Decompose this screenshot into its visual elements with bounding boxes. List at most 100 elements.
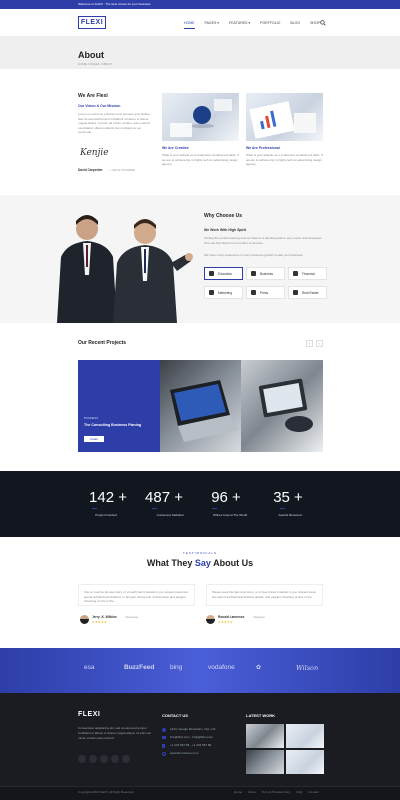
nav-shop[interactable]: SHOP (310, 21, 320, 25)
logo[interactable]: FLEXI (78, 16, 106, 29)
copyright-text: Copyright 2018 FLEXI. All Right Reserved (78, 790, 134, 794)
marketing-icon (209, 290, 214, 295)
mail-icon (162, 736, 166, 739)
testimonials-heading: What They Say About Us (0, 558, 400, 568)
service-education[interactable]: Education (204, 267, 243, 280)
testimonial-card: Please seek the last most story, or of b… (206, 584, 323, 606)
service-real-estate[interactable]: Real Estate (288, 286, 327, 299)
footer-link-home[interactable]: Home (234, 790, 242, 794)
brand-logo-esa[interactable]: esa (84, 664, 94, 671)
heading-part: About Us (210, 558, 254, 568)
contact-address: 1234, Google Mountains, Nyc, US (170, 727, 216, 731)
top-bar-text: Welcome to FLEXI · The best choice for y… (78, 2, 151, 6)
service-press[interactable]: Press (246, 286, 285, 299)
latest-work-thumb[interactable] (286, 750, 324, 774)
testimonial-name: Jerry .K. Wilkins (92, 615, 117, 619)
contact-website[interactable]: www.flexi-theme.com (170, 751, 198, 756)
service-marketing[interactable]: Marketing (204, 286, 243, 299)
nav-portfolio[interactable]: PORTFOLIO (260, 21, 280, 25)
service-label: Education (218, 271, 233, 276)
business-icon (251, 271, 256, 276)
twitter-icon[interactable] (89, 755, 97, 763)
about-body: Lorem ex minim id, pulvinar nunc posuere… (78, 112, 151, 134)
avatar (80, 615, 89, 624)
star-rating-icon: ★★★★★ (92, 620, 107, 624)
header: FLEXI HOME PAGES ▾ FEATURES ▾ PORTFOLIO … (0, 9, 400, 37)
nav-features[interactable]: FEATURES ▾ (229, 21, 250, 25)
instagram-icon[interactable] (111, 755, 119, 763)
service-business[interactable]: Business (246, 267, 285, 280)
googleplus-icon[interactable] (100, 755, 108, 763)
why-title: Why Choose Us (204, 213, 243, 219)
project-image-tablet[interactable] (241, 360, 323, 452)
education-icon (209, 271, 214, 276)
latest-work-thumb[interactable] (246, 724, 284, 748)
star-rating-icon: ★★★★★ (218, 620, 233, 624)
project-tag: BUSINESS (84, 416, 99, 420)
chevron-left-icon[interactable]: ‹ (306, 340, 313, 347)
project-detail-button[interactable]: Detail (84, 436, 104, 442)
top-bar: Welcome to FLEXI · The best choice for y… (0, 0, 400, 9)
phone-icon (162, 744, 165, 748)
footer-links: Home About Term & Private Policy FAQ Con… (234, 790, 319, 794)
facebook-icon[interactable] (78, 755, 86, 763)
footer-about: Consectetur adipisicing elit, sed do eiu… (78, 726, 151, 740)
stat-underline (212, 508, 217, 509)
stat-value: 35 + (273, 489, 303, 506)
nav-home[interactable]: HOME (184, 21, 195, 29)
why-body-2: We have many experience in many business… (204, 253, 304, 257)
client-logos-band (0, 648, 400, 693)
footer-link-faq[interactable]: FAQ (296, 790, 302, 794)
footer-link-policy[interactable]: Term & Private Policy (262, 790, 291, 794)
service-label: Real Estate (302, 290, 319, 295)
footer-contact-title: CONTACT US (162, 713, 188, 718)
chevron-right-icon[interactable]: › (316, 340, 323, 347)
footer-link-about[interactable]: About (248, 790, 256, 794)
brand-logo-airbnb[interactable]: ✿ (256, 664, 261, 671)
stat-underline (280, 508, 285, 509)
service-label: Financial (302, 271, 315, 276)
globe-illustration (170, 99, 232, 137)
projects-title: Our Recent Projects (78, 340, 127, 346)
financial-icon (293, 271, 298, 276)
project-image-laptop[interactable] (160, 360, 241, 452)
brand-logo-wilson[interactable]: Wilson (296, 664, 318, 672)
stat-value: 96 + (211, 489, 241, 506)
nav-pages[interactable]: PAGES ▾ (205, 21, 220, 25)
contact-email[interactable]: info@flexi.com · help@flexi.com (170, 735, 213, 740)
breadcrumb[interactable]: HOME / PAGES / ABOUT (78, 62, 112, 66)
service-financial[interactable]: Financial (288, 267, 327, 280)
chart-paper-illustration (249, 101, 316, 139)
testimonial-quote: Fay ur must be famous story, or of each … (84, 590, 189, 603)
press-icon (251, 290, 256, 295)
search-icon[interactable] (320, 20, 326, 26)
testimonial-role: - Designer (252, 615, 265, 619)
footer-logo[interactable]: FLEXI (78, 711, 100, 718)
brand-logo-buzzfeed[interactable]: BuzzFeed (124, 664, 154, 671)
service-label: Press (260, 290, 269, 295)
stat-label: Offices Around The World (212, 513, 248, 517)
stat-label: Awards Received (278, 513, 302, 517)
page-title-band (0, 37, 400, 69)
real-estate-icon (293, 290, 298, 295)
latest-work-thumb[interactable] (286, 724, 324, 748)
footer-link-contact[interactable]: Contact (308, 790, 318, 794)
brand-logo-bing[interactable]: bing (170, 664, 182, 671)
location-icon (162, 728, 166, 732)
nav-blog[interactable]: BLOG (290, 21, 300, 25)
business-men-image (57, 215, 193, 323)
youtube-icon[interactable] (122, 755, 130, 763)
brand-logo-vodafone[interactable]: vodafone (208, 664, 235, 671)
globe-icon (162, 752, 166, 756)
about-image-creative (162, 93, 239, 141)
project-card-featured[interactable]: BUSINESS The Consulting Business Planing… (78, 360, 160, 452)
about-title: We Are Flexi (78, 93, 108, 99)
about-subtitle: Our Vision & Our Mission (78, 104, 121, 108)
testimonial-card: Fay ur must be famous story, or of each … (78, 584, 195, 606)
why-subtitle: We Work With High Spirit (204, 228, 247, 232)
stat-underline (152, 508, 157, 509)
project-title: The Consulting Business Planing (84, 423, 142, 427)
professional-title: We Are Professional (246, 146, 280, 150)
latest-work-thumb[interactable] (246, 750, 284, 774)
heading-accent: Say (194, 558, 211, 568)
